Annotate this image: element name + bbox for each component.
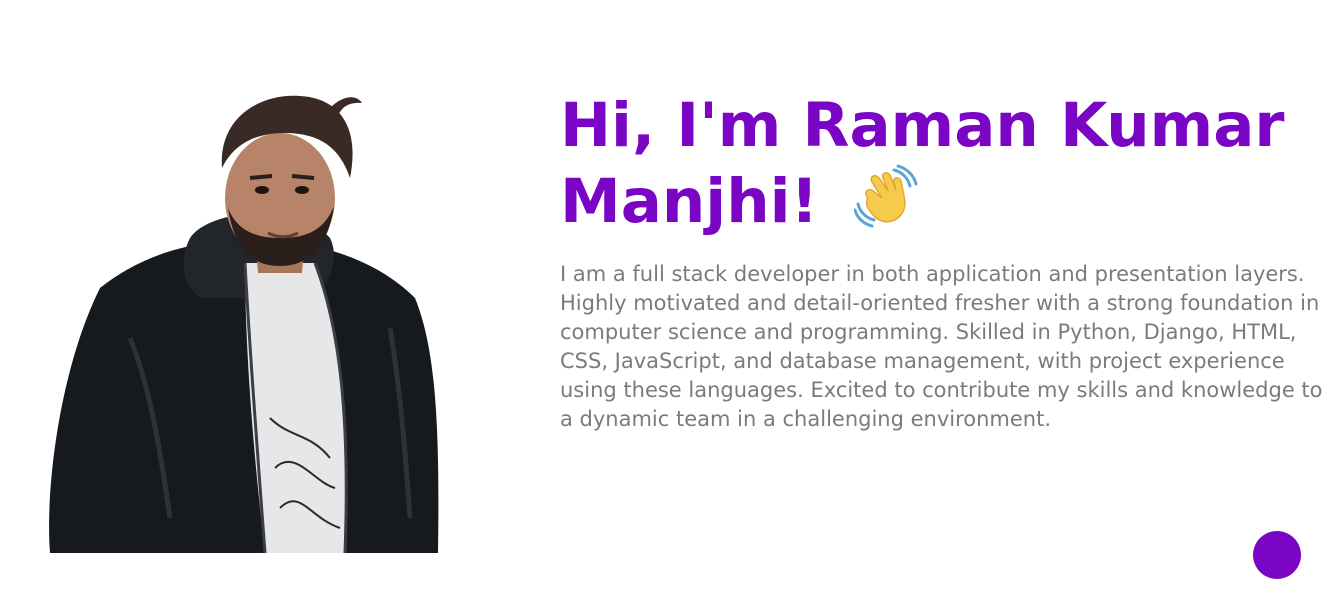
bio-paragraph: I am a full stack developer in both appl… [560, 262, 1323, 431]
scroll-top-button[interactable] [1253, 531, 1301, 579]
waving-hand-icon [853, 164, 918, 246]
headline-line-2: Manjhi! [560, 166, 819, 237]
intro-text: Hi, I'm Raman Kumar Manjhi! I am a full … [560, 88, 1330, 434]
profile-photo [40, 88, 450, 553]
page-title: Hi, I'm Raman Kumar Manjhi! [560, 88, 1330, 246]
headline-line-1: Hi, I'm Raman Kumar [560, 90, 1285, 161]
hero-section: Hi, I'm Raman Kumar Manjhi! I am a full … [0, 0, 1338, 590]
